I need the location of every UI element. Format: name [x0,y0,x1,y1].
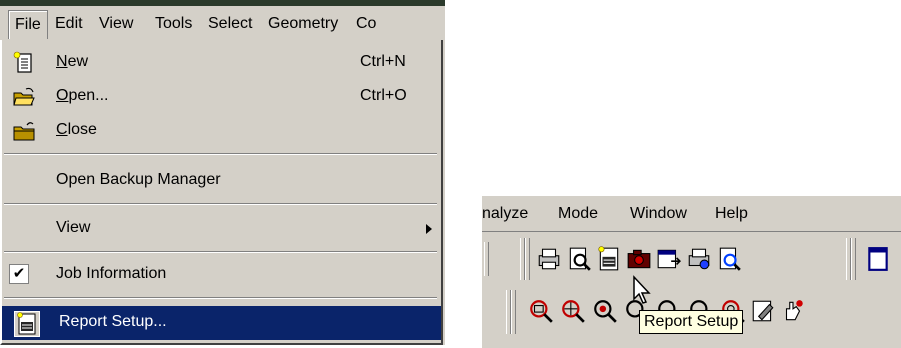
menu-select[interactable]: Select [208,12,252,36]
export-icon[interactable] [656,246,682,272]
submenu-arrow-icon [426,224,432,234]
menu-mode[interactable]: Mode [558,205,598,223]
menu-bar-edge [482,231,901,232]
print-icon[interactable] [536,246,562,272]
menu-separator [4,297,437,299]
job-label: Job Information [56,265,167,282]
camera-icon[interactable] [626,246,652,272]
menu-item-open-backup-manager[interactable]: Open Backup Manager [2,164,441,197]
backup-label: Open Backup Manager [56,171,221,188]
new-document-icon [13,51,32,73]
menu-co-truncated[interactable]: Co [356,12,376,36]
menu-item-open[interactable]: Open... Ctrl+O [2,80,441,113]
window-icon[interactable] [865,246,891,272]
new-shortcut: Ctrl+N [360,53,406,70]
menu-separator [4,153,437,155]
menu-analyze[interactable]: nalyze [482,205,528,223]
zoom-window-icon[interactable] [528,298,554,324]
close-label: Close [56,121,97,138]
menu-item-view[interactable]: View [2,212,441,245]
menu-bar-right: nalyze Mode Window Help [482,196,901,232]
menu-file[interactable]: File [8,10,48,39]
menu-tools[interactable]: Tools [155,12,192,36]
toolbar-grip[interactable] [851,238,856,280]
toolbar-grip[interactable] [525,238,530,280]
printer-settings-icon[interactable] [686,246,712,272]
view-label: View [56,219,91,236]
new-label: New [56,53,89,70]
file-dropdown: New Ctrl+N Open... Ctrl+O Close Open Bac… [0,40,443,345]
report-label: Report Setup... [59,313,167,330]
toolbar-grip[interactable] [511,290,516,334]
open-label: Open... [56,87,109,104]
toolbar-row-1 [482,234,901,284]
edit-icon[interactable] [750,298,776,324]
menu-edit[interactable]: Edit [55,12,83,36]
report-setup-icon [14,311,40,337]
menu-geometry[interactable]: Geometry [268,12,338,36]
preview-icon[interactable] [716,246,742,272]
toolbar-grip[interactable] [484,242,489,276]
pan-icon[interactable] [780,298,806,324]
report-setup-icon[interactable] [596,246,622,272]
tooltip: Report Setup [639,310,744,334]
menu-bar: File Edit View Tools Select Geometry Co [0,6,445,40]
checkmark-icon: ✔ [9,264,29,284]
zoom-center-icon[interactable] [560,298,586,324]
close-folder-icon [13,122,35,141]
menu-help[interactable]: Help [715,205,748,223]
menu-item-new[interactable]: New Ctrl+N [2,46,441,79]
open-folder-icon [13,87,35,106]
open-shortcut: Ctrl+O [360,87,407,104]
menu-view[interactable]: View [99,12,133,36]
toolbar-panel: nalyze Mode Window Help Report Setup [482,196,901,348]
menu-item-report-setup[interactable]: Report Setup... [2,306,441,340]
print-preview-icon[interactable] [566,246,592,272]
mouse-cursor-icon [633,275,651,304]
menu-separator [4,251,437,253]
menu-window[interactable]: Window [630,205,687,223]
zoom-in-icon[interactable] [592,298,618,324]
menu-separator [4,203,437,205]
menu-item-close[interactable]: Close [2,114,441,147]
menu-item-job-information[interactable]: ✔ Job Information [2,258,441,291]
file-menu-panel: File Edit View Tools Select Geometry Co … [0,0,445,345]
